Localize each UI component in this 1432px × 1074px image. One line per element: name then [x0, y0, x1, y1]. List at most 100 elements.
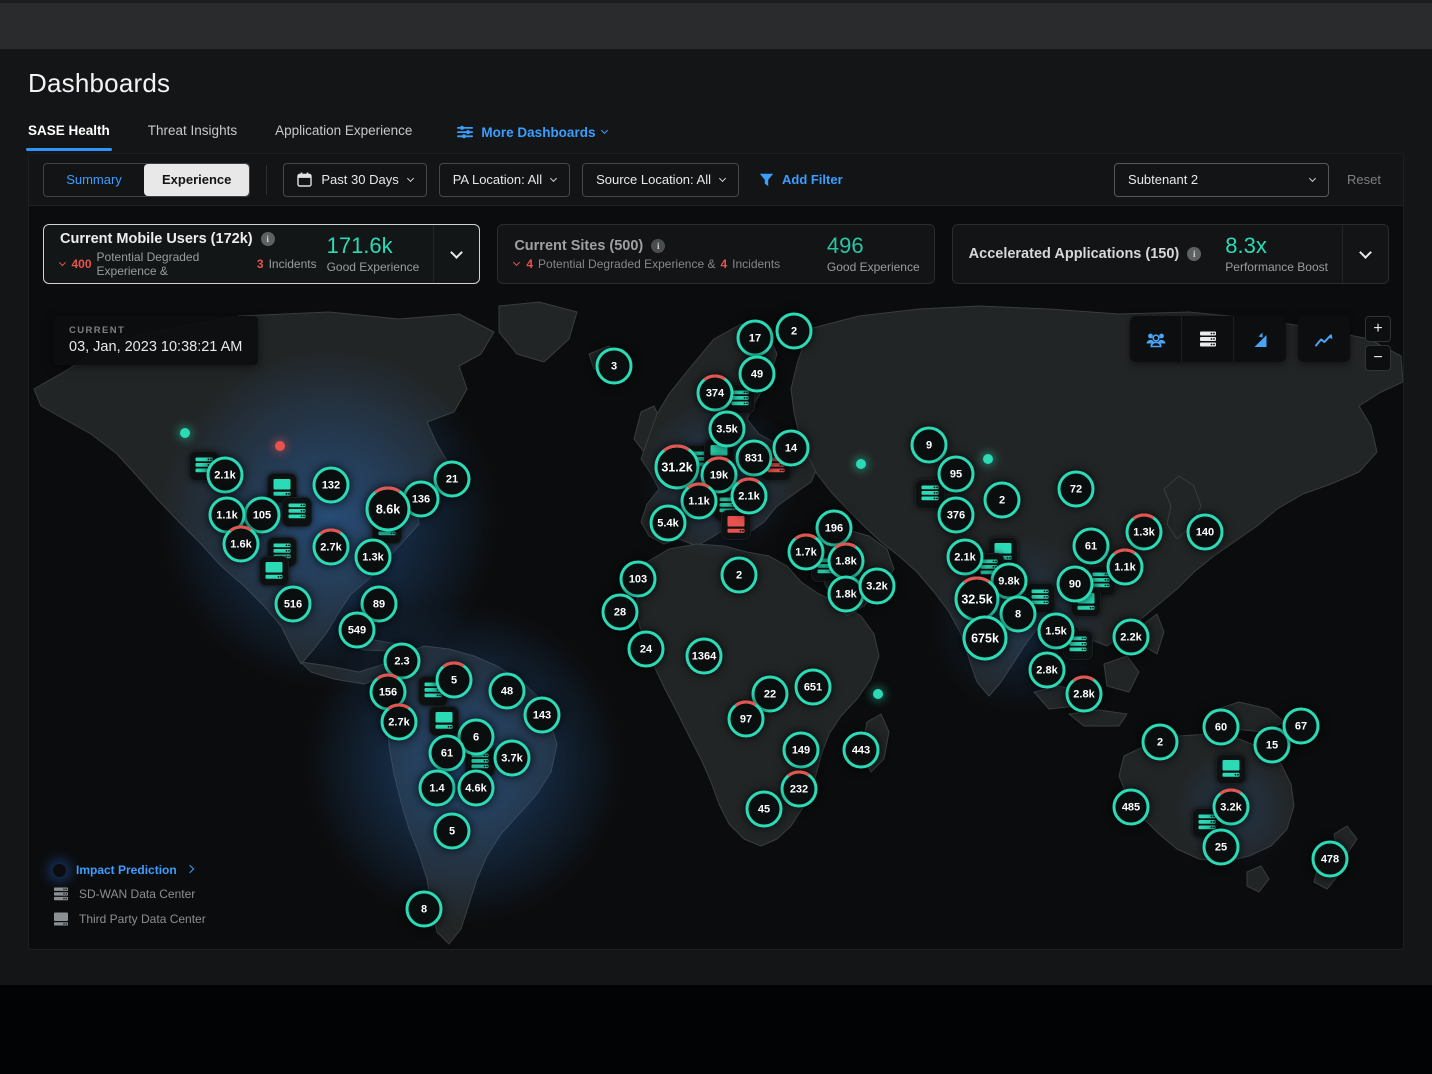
map-badge[interactable]: 95: [936, 454, 976, 494]
map-badge[interactable]: 28: [600, 592, 640, 632]
zoom-out-button[interactable]: −: [1365, 345, 1391, 371]
map-badge[interactable]: 1.6k: [221, 524, 261, 564]
map-badge[interactable]: 132: [311, 465, 351, 505]
current-sites-card[interactable]: Current Sites (500) 4 Potential Degraded…: [497, 224, 934, 284]
pa-location-dropdown[interactable]: PA Location: All: [439, 163, 570, 197]
map-badge[interactable]: 651: [793, 667, 833, 707]
map-badge[interactable]: 67: [1281, 706, 1321, 746]
svg-text:8.6k: 8.6k: [376, 503, 400, 517]
map-badge[interactable]: 478: [1310, 839, 1350, 879]
map-badge[interactable]: 45: [744, 789, 784, 829]
map-badge[interactable]: 2.7k: [311, 527, 351, 567]
expand-card-button[interactable]: [1342, 225, 1388, 283]
map-badge[interactable]: 17: [735, 318, 775, 358]
map-badge[interactable]: 72: [1056, 469, 1096, 509]
map-badge[interactable]: 3: [594, 346, 634, 386]
map-badge[interactable]: 831: [734, 438, 774, 478]
map-badge[interactable]: 5: [434, 660, 474, 700]
map-badge[interactable]: 1.4: [417, 768, 457, 808]
expand-card-button[interactable]: [433, 225, 479, 283]
map-badge[interactable]: 25: [1201, 827, 1241, 867]
world-map[interactable]: 2.1k132211368.6k1051.1k1.6k2.7k1.3k51689…: [29, 294, 1403, 949]
map-badge[interactable]: 49: [737, 354, 777, 394]
map-badge[interactable]: 2: [1140, 722, 1180, 762]
more-dashboards-menu[interactable]: More Dashboards: [456, 125, 607, 140]
impact-prediction-legend[interactable]: Impact Prediction: [53, 863, 206, 877]
map-badge[interactable]: 140: [1185, 512, 1225, 552]
third-party-datacenter-icon[interactable]: [259, 556, 289, 586]
map-badge[interactable]: 2.8k: [1027, 650, 1067, 690]
map-badge[interactable]: 2: [719, 555, 759, 595]
map-badge[interactable]: 516: [273, 584, 313, 624]
third-party-datacenter-icon[interactable]: [429, 706, 459, 736]
info-icon[interactable]: [261, 232, 275, 246]
experience-toggle-button[interactable]: Experience: [144, 164, 249, 196]
chevron-down-icon: [719, 174, 726, 181]
add-filter-button[interactable]: Add Filter: [759, 172, 843, 187]
map-badge[interactable]: 8.6k: [364, 485, 412, 533]
map-badge[interactable]: 1.5k: [1036, 611, 1076, 651]
source-location-dropdown[interactable]: Source Location: All: [582, 163, 739, 197]
map-badge[interactable]: 374: [695, 373, 735, 413]
tab-application-experience[interactable]: Application Experience: [275, 113, 412, 151]
map-badge[interactable]: 2: [982, 480, 1022, 520]
map-badge[interactable]: 60: [1201, 707, 1241, 747]
reset-filters-button[interactable]: Reset: [1347, 172, 1381, 187]
svg-text:2: 2: [791, 326, 797, 338]
date-range-dropdown[interactable]: Past 30 Days: [283, 163, 426, 197]
map-badge[interactable]: 24: [626, 629, 666, 669]
map-badge[interactable]: 8: [404, 889, 444, 929]
map-badge[interactable]: 232: [779, 769, 819, 809]
map-badge[interactable]: 675k: [961, 614, 1009, 662]
map-badge[interactable]: 61: [427, 733, 467, 773]
tab-threat-insights[interactable]: Threat Insights: [148, 113, 237, 151]
map-badge[interactable]: 5: [432, 811, 472, 851]
map-badge[interactable]: 443: [841, 730, 881, 770]
map-badge[interactable]: 1.1k: [1105, 547, 1145, 587]
map-badge[interactable]: 1364: [684, 636, 724, 676]
svg-text:516: 516: [284, 599, 302, 611]
line-chart-icon: [1313, 329, 1335, 349]
map-badge[interactable]: 1.3k: [1124, 512, 1164, 552]
map-badge[interactable]: 97: [726, 699, 766, 739]
map-badge[interactable]: 2.1k: [729, 476, 769, 516]
map-badge[interactable]: 1.3k: [353, 537, 393, 577]
zoom-in-button[interactable]: +: [1365, 316, 1391, 342]
map-badge[interactable]: 4.6k: [456, 768, 496, 808]
current-mobile-users-card[interactable]: Current Mobile Users (172k) 400 Potentia…: [43, 224, 480, 284]
third-party-datacenter-icon[interactable]: [1216, 754, 1246, 784]
info-icon[interactable]: [1187, 247, 1201, 261]
map-badge[interactable]: 3.2k: [1211, 787, 1251, 827]
map-badge[interactable]: 143: [522, 695, 562, 735]
map-badge[interactable]: 485: [1111, 787, 1151, 827]
prisma-access-layer-button[interactable]: [1234, 316, 1286, 362]
map-badge[interactable]: 2.7k: [379, 702, 419, 742]
sd-wan-datacenter-icon[interactable]: [282, 497, 312, 527]
info-icon[interactable]: [651, 239, 665, 253]
map-badge[interactable]: 2: [774, 311, 814, 351]
map-badge[interactable]: 2.2k: [1111, 617, 1151, 657]
map-badge[interactable]: 3.7k: [492, 738, 532, 778]
map-badge[interactable]: 2.8k: [1064, 674, 1104, 714]
svg-text:1.8k: 1.8k: [835, 556, 857, 568]
legend-label: SD-WAN Data Center: [79, 887, 195, 901]
tab-sase-health[interactable]: SASE Health: [28, 113, 110, 151]
map-badge[interactable]: 3.2k: [857, 566, 897, 606]
users-layer-button[interactable]: [1130, 316, 1182, 362]
map-badge[interactable]: 90: [1055, 564, 1095, 604]
sites-layer-button[interactable]: [1182, 316, 1234, 362]
map-badge[interactable]: 48: [487, 671, 527, 711]
summary-toggle-button[interactable]: Summary: [44, 164, 144, 196]
trend-chart-button[interactable]: [1298, 316, 1350, 362]
map-badge[interactable]: 376: [936, 495, 976, 535]
map-badge[interactable]: 149: [781, 730, 821, 770]
map-badge[interactable]: 549: [337, 610, 377, 650]
subtenant-dropdown[interactable]: Subtenant 2: [1114, 163, 1329, 197]
map-badge[interactable]: 2.1k: [205, 455, 245, 495]
map-badge[interactable]: 1.7k: [786, 532, 826, 572]
map-badge[interactable]: 14: [771, 428, 811, 468]
accelerated-applications-card[interactable]: Accelerated Applications (150) 8.3x Perf…: [952, 224, 1389, 284]
map-badge[interactable]: 5.4k: [648, 503, 688, 543]
map-badge[interactable]: 2.1k: [945, 537, 985, 577]
impact-prediction-icon: [53, 864, 66, 877]
